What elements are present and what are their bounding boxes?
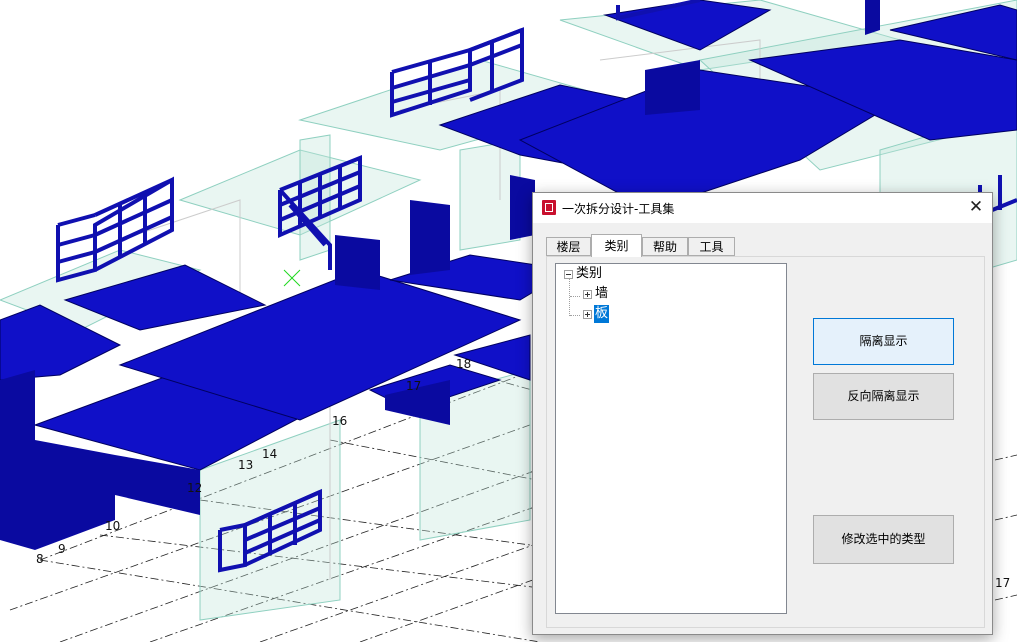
tab-category[interactable]: 类别 — [591, 234, 642, 257]
grid-label: 18 — [456, 357, 471, 371]
category-tree[interactable]: 类别 墙 板 — [555, 263, 787, 614]
close-button[interactable]: ✕ — [960, 193, 992, 222]
tab-help[interactable]: 帮助 — [642, 237, 688, 256]
tree-node-label: 墙 — [595, 286, 609, 301]
tab-tools[interactable]: 工具 — [688, 237, 735, 256]
grid-label: 17 — [995, 576, 1010, 590]
grid-label: 17 — [406, 379, 421, 393]
reverse-isolate-display-button[interactable]: 反向隔离显示 — [813, 373, 954, 420]
tree-node-wall[interactable]: 墙 — [583, 285, 609, 303]
tree-node-label: 板 — [594, 305, 610, 323]
tree-node-slab[interactable]: 板 — [583, 305, 610, 323]
dialog-titlebar[interactable]: 一次拆分设计-工具集 ✕ — [533, 193, 992, 223]
modify-selected-type-button[interactable]: 修改选中的类型 — [813, 515, 954, 564]
grid-label: 14 — [262, 447, 277, 461]
grid-label: 9 — [58, 542, 66, 556]
grid-label: 10 — [105, 519, 120, 533]
grid-label: 8 — [36, 552, 44, 566]
grid-label: 13 — [238, 458, 253, 472]
isolate-display-button[interactable]: 隔离显示 — [813, 318, 954, 365]
app-logo-icon — [542, 200, 556, 215]
tree-node-label: 类别 — [576, 266, 603, 281]
tab-floor[interactable]: 楼层 — [546, 237, 591, 256]
category-tab-panel: 类别 墙 板 隔离显示 反向隔离显示 修改选中的类型 — [546, 256, 985, 628]
tools-dialog: 一次拆分设计-工具集 ✕ 楼层 类别 帮助 工具 类别 墙 板 隔离显示 反向隔… — [532, 192, 993, 635]
collapse-icon[interactable] — [564, 269, 573, 279]
grid-label: 16 — [332, 414, 347, 428]
ucs-marker — [283, 269, 301, 287]
expand-icon[interactable] — [583, 289, 592, 299]
grid-label: 12 — [187, 481, 202, 495]
tree-node-root[interactable]: 类别 — [564, 265, 603, 283]
expand-icon[interactable] — [583, 309, 592, 319]
dialog-title: 一次拆分设计-工具集 — [562, 202, 675, 216]
